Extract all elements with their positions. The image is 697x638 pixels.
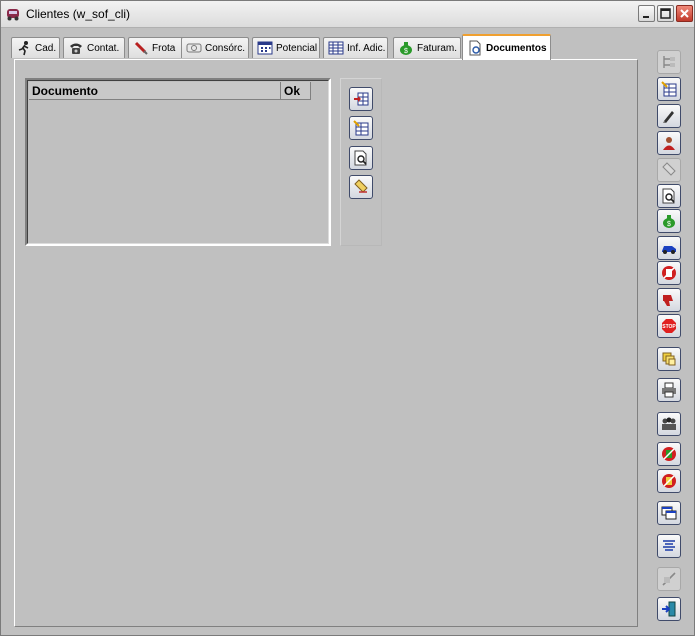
thumbs-down-icon [663, 295, 673, 306]
copy-button[interactable] [657, 347, 681, 371]
user-button[interactable] [657, 131, 681, 155]
wrench-icon [134, 41, 148, 55]
tab-label: Inf. Adic. [347, 42, 386, 54]
eraser-icon [354, 179, 368, 193]
windows-icon [661, 506, 677, 520]
grid-edit-icon [353, 120, 369, 136]
title-bar[interactable]: Clientes (w_sof_cli) [1, 1, 694, 28]
view-document-button[interactable] [349, 146, 373, 170]
exit-button[interactable] [657, 597, 681, 621]
tab-label: Documentos [486, 42, 547, 54]
eraser-button[interactable] [657, 158, 681, 182]
svg-text:STOP: STOP [662, 324, 676, 330]
maximize-button[interactable] [657, 5, 674, 22]
tab-label: Consórc. [205, 42, 246, 54]
align-center-icon [663, 540, 675, 551]
preview-button[interactable] [657, 184, 681, 208]
money-button[interactable]: $ [657, 209, 681, 233]
money-bag-icon: $ [663, 215, 675, 228]
edit-document-button[interactable] [349, 116, 373, 140]
tab-label: Frota [152, 42, 176, 54]
tab-frota[interactable]: Frota [128, 37, 188, 58]
tab-faturam[interactable]: $ Faturam. [393, 37, 461, 58]
main-window: Clientes (w_sof_cli) Cad. Contat. Frota … [0, 0, 695, 636]
tab-label: Cad. [35, 42, 57, 54]
no-document-icon [662, 447, 676, 461]
card-icon [186, 43, 202, 53]
thumbs-down-button[interactable] [657, 288, 681, 312]
minimize-button[interactable] [638, 5, 655, 22]
running-man-icon [18, 41, 29, 56]
clear-document-button[interactable] [349, 175, 373, 199]
pen-button[interactable] [657, 104, 681, 128]
tab-consorc[interactable]: Consórc. [181, 37, 249, 58]
grid-edit-icon [661, 81, 677, 97]
pen-icon [663, 111, 674, 123]
insert-row-icon [354, 92, 369, 106]
print-button[interactable] [657, 378, 681, 402]
document-icon [469, 40, 481, 56]
svg-text:$: $ [667, 221, 671, 228]
tab-inf-adic[interactable]: Inf. Adic. [323, 37, 388, 58]
table-icon [328, 41, 344, 55]
disabled-action-button[interactable] [657, 567, 681, 591]
tab-label: Potencial [276, 42, 318, 54]
cancel-document-button-3[interactable] [657, 469, 681, 493]
align-button[interactable] [657, 534, 681, 558]
windows-button[interactable] [657, 501, 681, 525]
exit-door-icon [662, 601, 676, 617]
preview-icon [662, 188, 675, 204]
close-button[interactable] [676, 5, 693, 22]
window-title: Clientes (w_sof_cli) [26, 7, 131, 21]
tab-cad[interactable]: Cad. [11, 37, 60, 58]
tab-label: Faturam. [417, 42, 458, 54]
group-button[interactable] [657, 412, 681, 436]
car-button[interactable] [657, 236, 681, 260]
cancel-document-button[interactable] [657, 261, 681, 285]
tab-potencial[interactable]: Potencial [252, 37, 320, 58]
preview-icon [354, 150, 367, 166]
no-document-icon [662, 474, 676, 488]
car-icon [7, 9, 19, 21]
svg-text:$: $ [404, 48, 408, 55]
documents-grid[interactable]: Documento Ok [25, 78, 331, 246]
copy-icon [662, 352, 676, 366]
broken-link-icon [662, 572, 676, 586]
user-icon [663, 137, 675, 150]
group-icon [662, 417, 676, 430]
tab-contat[interactable]: Contat. [63, 37, 125, 58]
telephone-icon [70, 43, 82, 54]
grid-dots-icon [257, 41, 273, 55]
stop-icon: STOP [662, 319, 676, 333]
eraser-icon [662, 162, 676, 176]
minimize-icon [643, 16, 649, 18]
maximize-icon [660, 8, 671, 19]
stop-button[interactable]: STOP [657, 314, 681, 338]
tree-button[interactable] [657, 50, 681, 74]
tab-label: Contat. [87, 42, 120, 54]
tree-icon [663, 56, 675, 68]
grid-edit-button[interactable] [657, 77, 681, 101]
printer-icon [662, 382, 676, 398]
no-document-icon [662, 266, 676, 280]
grid-body[interactable]: Documento Ok [27, 80, 329, 244]
car-icon [662, 246, 676, 254]
tab-documentos[interactable]: Documentos [462, 34, 551, 60]
column-header-documento[interactable]: Documento [29, 82, 281, 100]
column-header-ok[interactable]: Ok [281, 82, 311, 100]
insert-document-button[interactable] [349, 87, 373, 111]
close-icon [680, 9, 689, 18]
money-bag-icon: $ [400, 42, 412, 55]
cancel-document-button-2[interactable] [657, 442, 681, 466]
